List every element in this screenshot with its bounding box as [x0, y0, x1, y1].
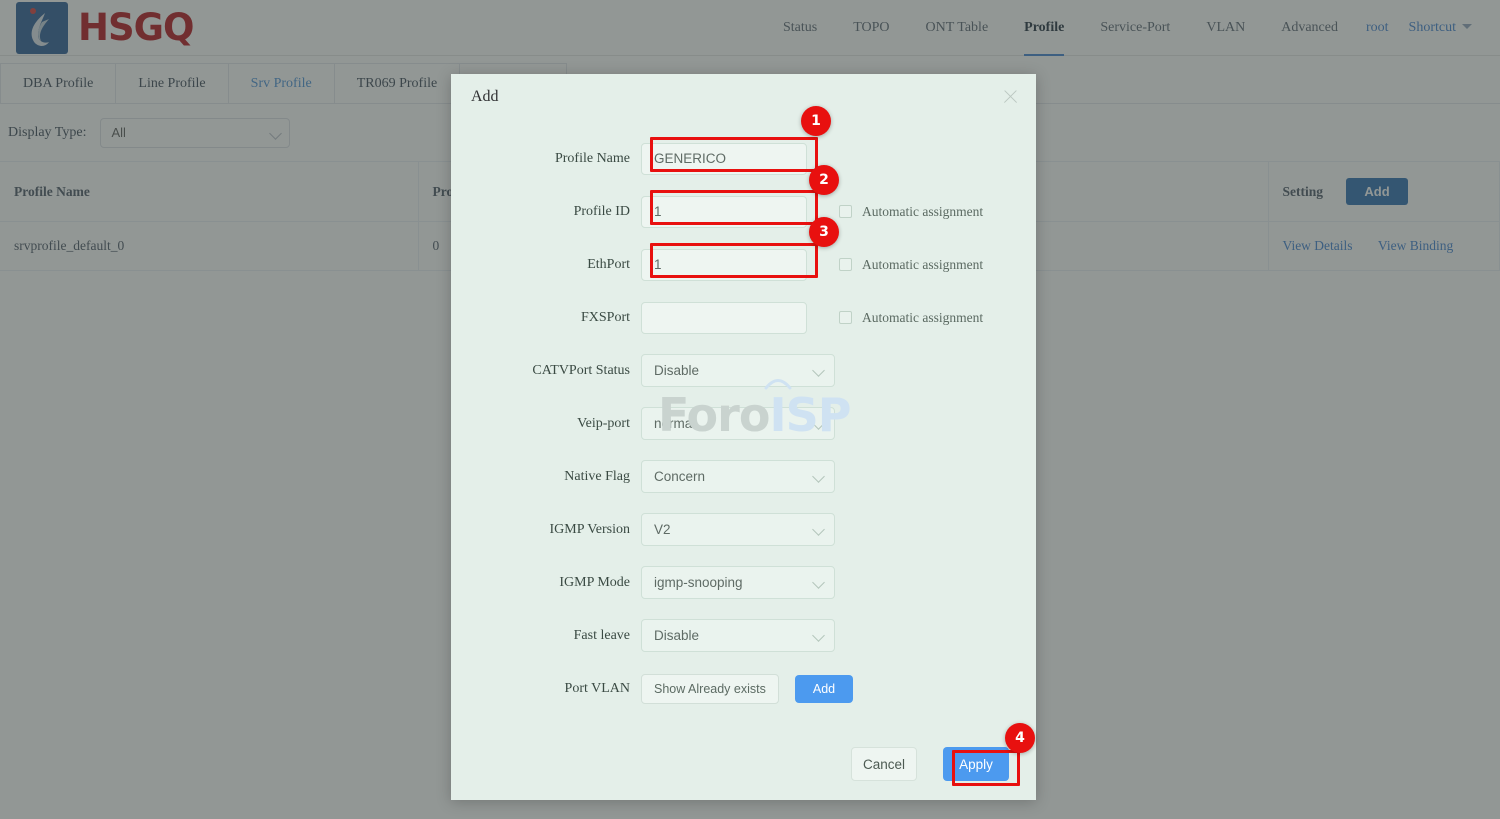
profile-id-label: Profile ID: [573, 203, 630, 219]
ethport-label: EthPort: [587, 256, 630, 272]
field-port-vlan: Port VLAN Show Already exists Add: [451, 662, 1036, 715]
ethport-control: 1: [641, 248, 807, 281]
cancel-button[interactable]: Cancel: [851, 747, 917, 781]
fast-leave-label: Fast leave: [573, 627, 630, 643]
fxsport-input[interactable]: [641, 301, 807, 334]
fxsport-auto-label: Automatic assignment: [862, 309, 984, 325]
catvport-status-value: Disable: [654, 363, 700, 378]
add-srv-profile-dialog: ForoISP Add Profile Name GENERICO Profil…: [451, 74, 1036, 800]
dialog-header: Add: [451, 74, 1036, 120]
veip-port-value: normal: [654, 416, 696, 431]
field-native-flag: Native Flag Concern: [451, 450, 1036, 503]
field-catvport-status: CATVPort Status Disable: [451, 344, 1036, 397]
ethport-auto-label: Automatic assignment: [862, 256, 984, 272]
field-igmp-version: IGMP Version V2: [451, 503, 1036, 556]
step-badge-1: 1: [801, 106, 831, 136]
veip-port-select[interactable]: normal: [641, 407, 835, 440]
dialog-footer: Cancel Apply: [451, 728, 1036, 800]
chevron-down-icon: [812, 576, 825, 589]
veip-port-label: Veip-port: [577, 415, 630, 431]
port-vlan-label: Port VLAN: [564, 680, 630, 696]
profile-id-control: 1: [641, 195, 807, 228]
ethport-input[interactable]: 1: [641, 248, 807, 281]
port-vlan-add-button[interactable]: Add: [794, 674, 854, 703]
fxsport-label: FXSPort: [580, 309, 630, 325]
profile-name-control: GENERICO: [641, 142, 807, 175]
profile-name-input[interactable]: GENERICO: [641, 142, 807, 175]
chevron-down-icon: [812, 629, 825, 642]
fxsport-auto-checkbox[interactable]: [839, 311, 852, 324]
apply-button[interactable]: Apply: [943, 747, 1009, 781]
igmp-mode-label: IGMP Mode: [559, 574, 630, 590]
profile-name-label: Profile Name: [554, 150, 630, 166]
igmp-version-label: IGMP Version: [549, 521, 630, 537]
igmp-version-value: V2: [654, 522, 671, 537]
field-profile-id: Profile ID 1 Automatic assignment: [451, 185, 1036, 238]
profile-id-auto-assign: Automatic assignment: [839, 204, 983, 220]
close-icon[interactable]: [1002, 88, 1020, 106]
step-badge-3: 3: [809, 217, 839, 247]
igmp-mode-select[interactable]: igmp-snooping: [641, 566, 835, 599]
chevron-down-icon: [812, 364, 825, 377]
dialog-title: Add: [471, 88, 499, 105]
ethport-auto-checkbox[interactable]: [839, 258, 852, 271]
field-igmp-mode: IGMP Mode igmp-snooping: [451, 556, 1036, 609]
igmp-version-select[interactable]: V2: [641, 513, 835, 546]
fast-leave-select[interactable]: Disable: [641, 619, 835, 652]
chevron-down-icon: [812, 523, 825, 536]
ethport-auto-assign: Automatic assignment: [839, 257, 983, 273]
fast-leave-value: Disable: [654, 628, 700, 643]
step-badge-2: 2: [809, 165, 839, 195]
field-veip-port: Veip-port normal: [451, 397, 1036, 450]
chevron-down-icon: [812, 470, 825, 483]
field-fxsport: FXSPort Automatic assignment: [451, 291, 1036, 344]
dialog-body: Profile Name GENERICO Profile ID 1 Autom…: [451, 120, 1036, 715]
field-fast-leave: Fast leave Disable: [451, 609, 1036, 662]
profile-id-auto-label: Automatic assignment: [862, 203, 984, 219]
field-ethport: EthPort 1 Automatic assignment: [451, 238, 1036, 291]
native-flag-select[interactable]: Concern: [641, 460, 835, 493]
catvport-status-select[interactable]: Disable: [641, 354, 835, 387]
fxsport-auto-assign: Automatic assignment: [839, 310, 983, 326]
fxsport-control: [641, 301, 807, 334]
profile-id-input[interactable]: 1: [641, 195, 807, 228]
native-flag-value: Concern: [654, 469, 706, 484]
profile-id-auto-checkbox[interactable]: [839, 205, 852, 218]
catvport-status-label: CATVPort Status: [532, 362, 630, 378]
native-flag-label: Native Flag: [564, 468, 630, 484]
show-already-exists-button[interactable]: Show Already exists: [641, 673, 779, 704]
field-profile-name: Profile Name GENERICO: [451, 132, 1036, 185]
igmp-mode-value: igmp-snooping: [654, 575, 743, 590]
step-badge-4: 4: [1005, 723, 1035, 753]
chevron-down-icon: [812, 417, 825, 430]
